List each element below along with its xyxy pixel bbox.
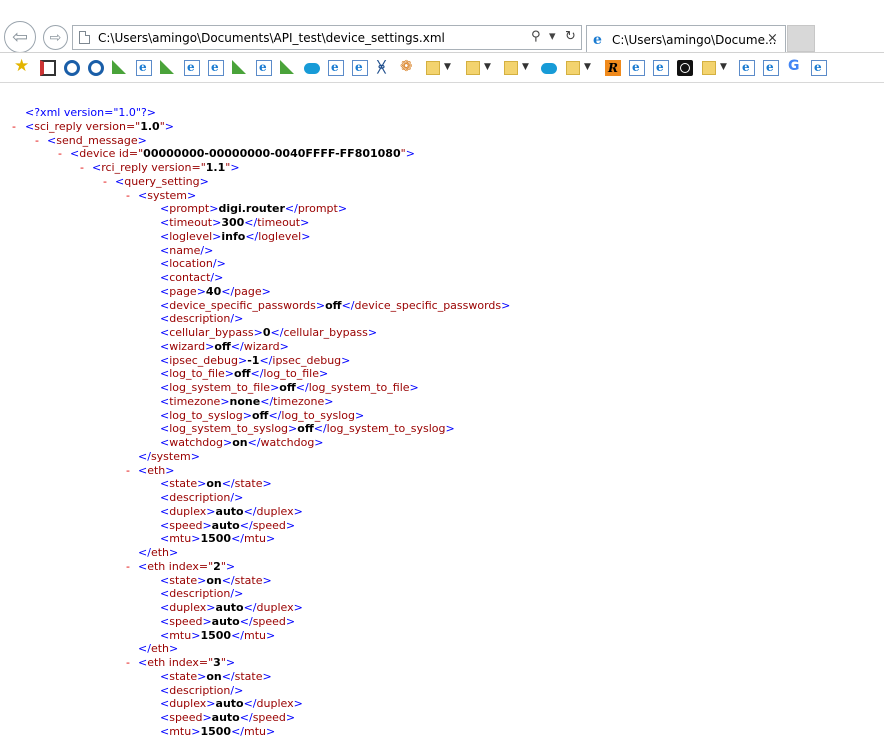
element-value: -1 xyxy=(247,353,260,367)
collapse-toggle[interactable]: - xyxy=(126,560,130,574)
collapse-toggle[interactable]: - xyxy=(12,120,16,134)
system-location: <location/> xyxy=(160,257,226,271)
element-value: on xyxy=(206,573,222,587)
rci-reply-node: <rci_reply version="1.1"> xyxy=(92,161,240,174)
system-description: <description/> xyxy=(160,312,244,326)
attribute-value: 00000000-00000000-0040FFFF-FF801080 xyxy=(143,147,401,161)
element-value: auto xyxy=(215,601,244,614)
device-node: <device id="00000000-00000000-0040FFFF-F… xyxy=(70,147,415,161)
element-value: auto xyxy=(211,518,240,532)
element-value: off xyxy=(325,298,342,312)
attribute-value: 3 xyxy=(213,656,221,669)
system-close: </system> xyxy=(138,449,200,463)
attribute-value: 1.0 xyxy=(140,119,160,133)
eth-state: <state>on</state> xyxy=(160,573,272,587)
collapse-toggle[interactable]: - xyxy=(58,147,62,161)
xml-declaration: <?xml version="1.0"?> xyxy=(25,106,157,119)
element-value: on xyxy=(232,436,248,449)
element-value: 1500 xyxy=(200,628,232,642)
element-value: 0 xyxy=(262,326,271,339)
system-ipsec-debug: <ipsec_debug>-1</ipsec_debug> xyxy=(160,353,351,367)
system-page: <page>40</page> xyxy=(160,284,271,298)
system-loglevel: <loglevel>info</loglevel> xyxy=(160,229,311,243)
collapse-toggle[interactable]: - xyxy=(126,464,130,478)
collapse-toggle[interactable]: - xyxy=(35,134,39,148)
element-value: on xyxy=(206,477,222,491)
send-message-node: <send_message> xyxy=(47,133,147,147)
collapse-toggle[interactable]: - xyxy=(126,189,130,203)
system-name: <name/> xyxy=(160,243,214,257)
element-value: 300 xyxy=(221,216,245,229)
eth-mtu: <mtu>1500</mtu> xyxy=(160,628,276,642)
system-watchdog: <watchdog>on</watchdog> xyxy=(160,436,324,449)
eth-state: <state>on</state> xyxy=(160,477,272,491)
element-value: digi.router xyxy=(218,202,285,216)
eth-node: <eth> xyxy=(138,463,175,477)
eth-speed: <speed>auto</speed> xyxy=(160,614,296,628)
query-setting-node: <query_setting> xyxy=(115,174,209,188)
eth-mtu: <mtu>1500</mtu> xyxy=(160,532,276,546)
element-value: off xyxy=(279,381,296,394)
system-log-to-file: <log_to_file>off</log_to_file> xyxy=(160,367,329,381)
eth-duplex: <duplex>auto</duplex> xyxy=(160,504,303,518)
system-log-system-to-file: <log_system_to_file>off</log_system_to_f… xyxy=(160,381,419,394)
eth-state: <state>on</state> xyxy=(160,669,272,683)
sci-reply-node: <sci_reply version="1.0"> xyxy=(25,119,174,133)
eth-description: <description/> xyxy=(160,491,244,504)
system-node: <system> xyxy=(138,188,197,202)
eth-mtu: <mtu>1500</mtu> xyxy=(160,724,276,738)
element-value: off xyxy=(214,339,231,353)
element-value: 40 xyxy=(205,284,222,298)
system-wizard: <wizard>off</wizard> xyxy=(160,339,289,353)
element-value: auto xyxy=(215,504,244,518)
element-value: none xyxy=(229,394,261,408)
collapse-toggle[interactable]: - xyxy=(80,161,84,175)
system-log-to-syslog: <log_to_syslog>off</log_to_syslog> xyxy=(160,408,365,422)
system-timeout: <timeout>300</timeout> xyxy=(160,216,310,229)
system-cellular-bypass: <cellular_bypass>0</cellular_bypass> xyxy=(160,326,378,339)
attribute-value: 2 xyxy=(213,559,221,573)
collapse-toggle[interactable]: - xyxy=(126,656,130,670)
element-value: off xyxy=(252,408,269,422)
element-value: 1500 xyxy=(200,724,232,738)
eth-description: <description/> xyxy=(160,587,244,601)
eth-close: </eth> xyxy=(138,546,179,559)
element-value: auto xyxy=(211,711,240,724)
eth-description: <description/> xyxy=(160,683,244,697)
system-timezone: <timezone>none</timezone> xyxy=(160,394,334,408)
collapse-toggle[interactable]: - xyxy=(103,175,107,189)
element-value: 1500 xyxy=(200,532,232,546)
xml-document: <?xml version="1.0"?> <sci_reply version=… xyxy=(0,0,884,738)
element-value: auto xyxy=(211,614,240,628)
eth-node: <eth index="3"> xyxy=(138,656,236,669)
system-log-system-to-syslog: <log_system_to_syslog>off</log_system_to… xyxy=(160,422,455,436)
eth-speed: <speed>auto</speed> xyxy=(160,711,296,724)
element-value: off xyxy=(234,367,251,381)
system-prompt: <prompt>digi.router</prompt> xyxy=(160,202,348,216)
attribute-value: 1.1 xyxy=(205,161,226,174)
xml-declaration-line: <?xml version="1.0"?> xyxy=(25,106,156,120)
system-contact: <contact/> xyxy=(160,271,224,284)
eth-duplex: <duplex>auto</duplex> xyxy=(160,601,303,614)
element-value: info xyxy=(221,229,246,243)
eth-speed: <speed>auto</speed> xyxy=(160,518,296,532)
element-value: auto xyxy=(215,697,244,711)
eth-close: </eth> xyxy=(138,642,179,656)
element-value: off xyxy=(297,422,314,436)
element-value: on xyxy=(206,669,222,683)
eth-node: <eth index="2"> xyxy=(138,559,236,573)
eth-duplex: <duplex>auto</duplex> xyxy=(160,697,303,711)
system-device-specific-passwords: <device_specific_passwords>off</device_s… xyxy=(160,298,511,312)
